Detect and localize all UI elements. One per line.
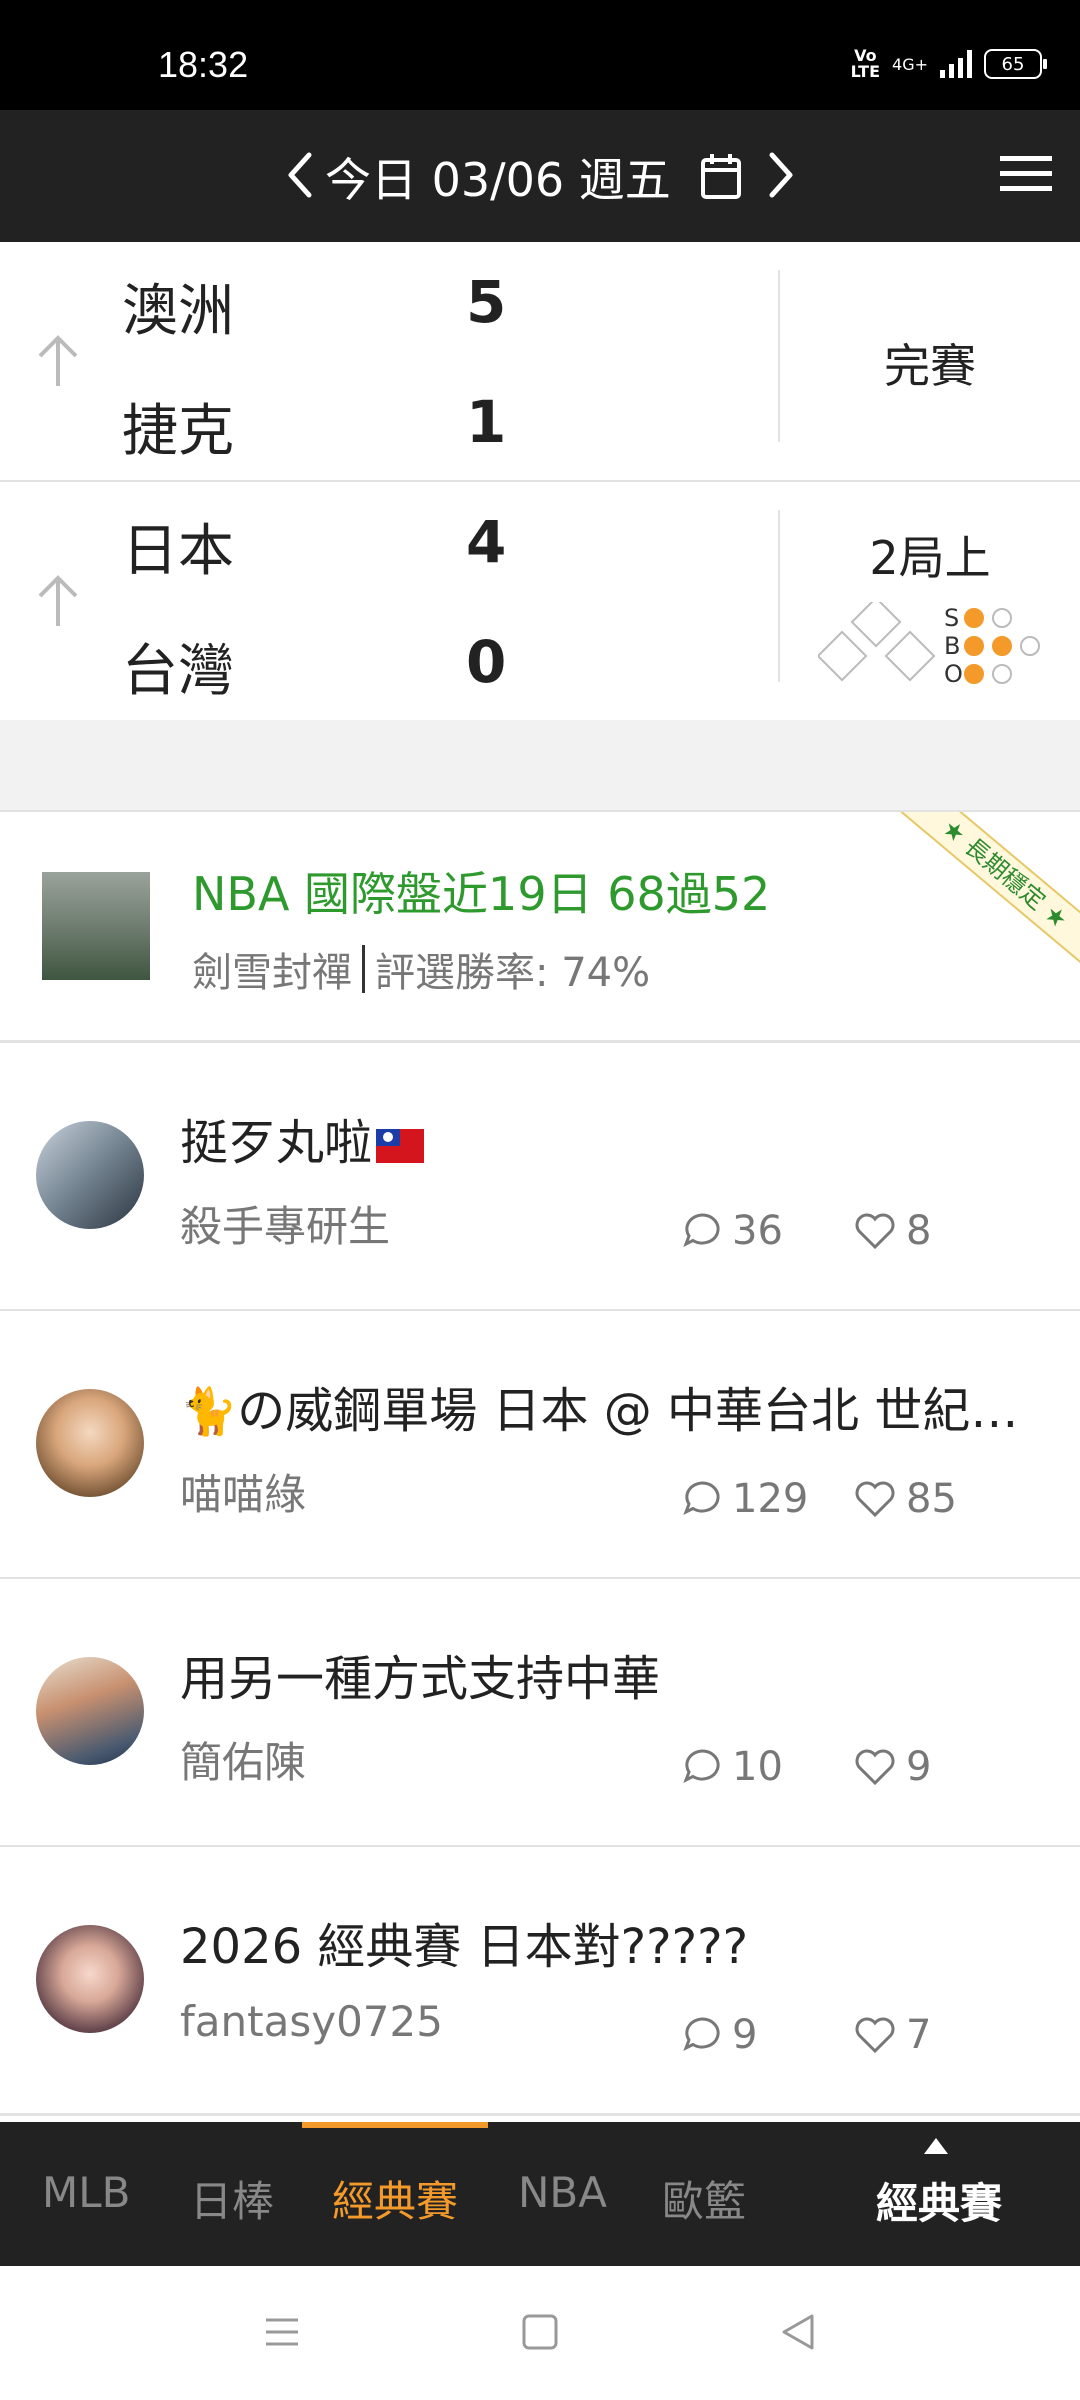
team-name: 台灣 (122, 639, 234, 704)
post-title: 🐈の威鋼單場 日本 @ 中華台北 世紀大戰 (180, 1383, 1040, 1439)
current-date[interactable]: 今日 03/06 週五 (325, 144, 671, 210)
home-icon[interactable] (520, 2312, 560, 2352)
post-title: 用另一種方式支持中華 (180, 1651, 661, 1707)
recent-apps-icon[interactable] (262, 2312, 302, 2352)
status-bar: 18:32 Vo LTE 4G+ 65 (0, 0, 1080, 110)
tab-wbc[interactable]: 經典賽 (332, 2168, 458, 2229)
active-tab-indicator (302, 2122, 488, 2128)
team-score: 4 (466, 508, 507, 576)
ad-thumbnail (42, 872, 150, 980)
team-name: 澳洲 (122, 279, 234, 344)
ad-title: NBA 國際盤近19日 68過52 (192, 867, 771, 921)
ball-dot (992, 636, 1012, 656)
signal-icon (940, 50, 972, 78)
system-nav-bar (0, 2266, 1080, 2400)
avatar (36, 1657, 144, 1765)
status-time: 18:32 (158, 44, 249, 85)
tab-npb[interactable]: 日棒 (190, 2168, 274, 2229)
caret-up-icon (924, 2138, 948, 2154)
network-label: 4G+ (892, 54, 928, 74)
ball-dot (1020, 636, 1040, 656)
like-count[interactable]: 85 (854, 1476, 957, 1522)
list-item[interactable]: 2026 經典賽 日本對????? fantasy0725 9 7 (0, 1847, 1080, 2116)
list-item[interactable]: 用另一種方式支持中華 簡佑陳 10 9 (0, 1579, 1080, 1848)
tab-nba[interactable]: NBA (518, 2168, 607, 2217)
back-icon[interactable] (778, 2312, 818, 2352)
meta-divider (362, 945, 365, 993)
comment-icon (683, 2017, 720, 2052)
tab-euroleague[interactable]: 歐籃 (662, 2168, 746, 2229)
heart-icon (855, 2017, 895, 2054)
out-label: O (944, 660, 963, 688)
date-header: 今日 03/06 週五 (0, 110, 1080, 242)
list-item[interactable]: 挺歹丸啦 殺手專研生 36 8 (0, 1043, 1080, 1312)
menu-icon[interactable] (1000, 154, 1052, 194)
arrow-up-icon (38, 335, 78, 386)
stable-ribbon: ★ 長期穩定 ★ (896, 812, 1080, 970)
taiwan-flag-icon (376, 1129, 425, 1163)
ball-label: B (944, 632, 960, 660)
like-count[interactable]: 7 (854, 2012, 931, 2058)
bottom-tab-bar: MLB 日棒 經典賽 NBA 歐籃 經典賽 (0, 2122, 1080, 2266)
team-score: 0 (466, 628, 507, 696)
comment-icon (683, 1213, 720, 1248)
status-icons: Vo LTE 4G+ 65 (850, 46, 1047, 81)
strike-dot (992, 608, 1012, 628)
current-section-button[interactable]: 經典賽 (876, 2170, 1002, 2231)
calendar-icon[interactable] (700, 152, 742, 200)
out-dot (964, 664, 984, 684)
ball-dot (964, 636, 984, 656)
arrow-up-icon (38, 575, 78, 626)
post-title: 2026 經典賽 日本對????? (180, 1919, 749, 1975)
comment-count: 10 (682, 1744, 783, 1790)
team-score: 1 (466, 388, 507, 456)
strike-dot (964, 608, 984, 628)
team-name: 日本 (122, 519, 234, 584)
post-author: 簡佑陳 (180, 1738, 307, 1787)
ad-author: 劍雪封禪 (192, 950, 352, 996)
battery-icon: 65 (984, 49, 1047, 79)
cat-emoji-icon: 🐈 (180, 1384, 238, 1438)
comment-icon (683, 1749, 720, 1784)
heart-icon (855, 1481, 895, 1518)
post-author: 喵喵綠 (180, 1470, 307, 1519)
avatar (36, 1121, 144, 1229)
prev-day-icon[interactable] (285, 150, 315, 200)
game-status: 2局上 (869, 531, 991, 585)
post-author: fantasy0725 (180, 1997, 443, 2046)
like-count[interactable]: 8 (854, 1208, 931, 1254)
team-score: 5 (466, 268, 507, 336)
bases-diamond-icon (818, 602, 936, 682)
strike-label: S (944, 604, 959, 632)
game-status: 完賽 (884, 339, 976, 393)
featured-pick-banner[interactable]: NBA 國際盤近19日 68過52 劍雪封禪 評選勝率: 74% ★ 長期穩定 … (0, 812, 1080, 1043)
heart-icon (855, 1213, 895, 1250)
comment-icon (683, 1481, 720, 1516)
section-spacer (0, 720, 1080, 812)
comment-count: 36 (682, 1208, 783, 1254)
comment-count: 129 (682, 1476, 808, 1522)
next-day-icon[interactable] (766, 150, 796, 200)
out-dot (992, 664, 1012, 684)
ad-win-rate: 評選勝率: 74% (375, 950, 651, 996)
game-row[interactable]: 澳洲 5 捷克 1 完賽 (0, 242, 1080, 483)
list-item[interactable]: 🐈の威鋼單場 日本 @ 中華台北 世紀大戰 喵喵綠 129 85 (0, 1311, 1080, 1580)
like-count[interactable]: 9 (854, 1744, 931, 1790)
post-title: 挺歹丸啦 (180, 1103, 1040, 1173)
avatar (36, 1925, 144, 2033)
game-row[interactable]: 日本 4 台灣 0 2局上 S B O (0, 482, 1080, 723)
tab-mlb[interactable]: MLB (42, 2168, 130, 2217)
post-author: 殺手專研生 (180, 1202, 391, 1251)
heart-icon (855, 1749, 895, 1786)
bases-count-graphic: S B O (818, 602, 1040, 688)
volte-icon: Vo LTE (850, 46, 881, 81)
ad-meta: 劍雪封禪 評選勝率: 74% (192, 940, 650, 998)
team-name: 捷克 (122, 399, 234, 464)
battery-level: 65 (1001, 53, 1025, 75)
avatar (36, 1389, 144, 1497)
comment-count: 9 (682, 2012, 757, 2058)
